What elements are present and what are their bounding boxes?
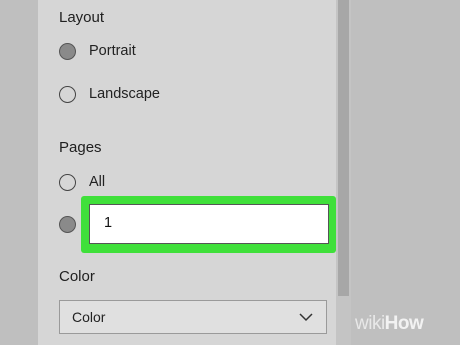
custom-pages-radio[interactable] [59,215,76,233]
color-select[interactable]: Color [59,300,327,334]
portrait-label: Portrait [89,43,136,59]
layout-heading: Layout [59,9,105,26]
layout-option-landscape[interactable]: Landscape [59,82,160,106]
watermark-part1: wiki [355,313,385,334]
landscape-radio[interactable] [59,85,76,103]
wikihow-watermark: wikiHow [355,313,424,335]
portrait-radio[interactable] [59,42,76,60]
all-pages-radio[interactable] [59,173,76,191]
color-heading: Color [59,268,95,285]
pages-option-all[interactable]: All [59,170,105,194]
chevron-down-icon [299,313,313,322]
layout-option-portrait[interactable]: Portrait [59,39,136,63]
watermark-part2: How [384,313,424,334]
pages-heading: Pages [59,139,102,156]
custom-pages-input[interactable]: 1 [89,204,329,244]
scrollbar-thumb[interactable] [338,0,349,296]
color-select-value: Color [72,309,106,325]
all-pages-label: All [89,174,106,190]
landscape-label: Landscape [89,86,160,102]
pages-option-custom[interactable] [59,212,76,236]
